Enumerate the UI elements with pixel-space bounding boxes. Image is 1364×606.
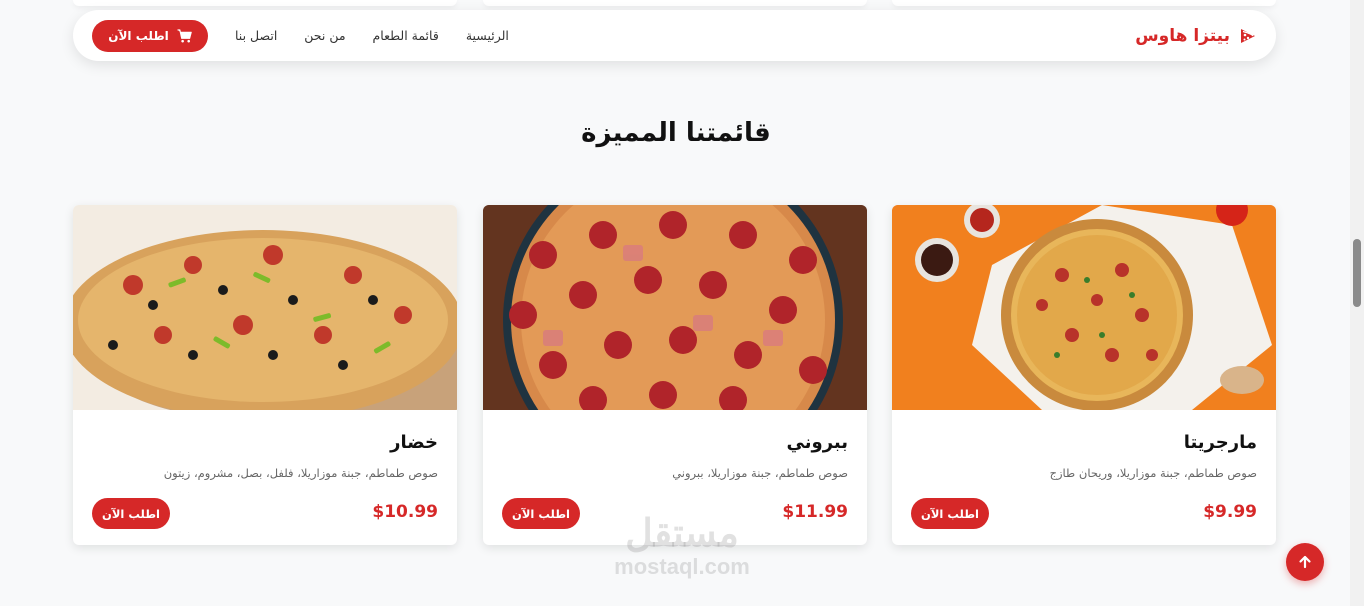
order-button[interactable]: اطلب الآن xyxy=(911,498,989,529)
menu-card-vegetable: خضار صوص طماطم، جبنة موزاريلا، فلفل، بصل… xyxy=(73,205,457,545)
pizza-vegetable-image xyxy=(73,205,457,410)
nav-link-about[interactable]: من نحن xyxy=(304,28,345,43)
pizza-price: $10.99 xyxy=(372,502,438,522)
order-button[interactable]: اطلب الآن xyxy=(502,498,580,529)
order-button[interactable]: اطلب الآن xyxy=(92,498,170,529)
menu-card-pepperoni: ببروني صوص طماطم، جبنة موزاريلا، ببروني … xyxy=(483,205,867,545)
page-scrollbar[interactable] xyxy=(1350,0,1364,606)
watermark-latin: mostaql.com xyxy=(614,554,750,579)
nav-order-label: اطلب الآن xyxy=(108,28,169,43)
pizza-price: $9.99 xyxy=(1203,502,1257,522)
pizza-pepperoni-image xyxy=(483,205,867,410)
pizza-price: $11.99 xyxy=(782,502,848,522)
brand-logo[interactable]: بيتزا هاوس xyxy=(1135,26,1258,46)
nav-link-menu[interactable]: قائمة الطعام xyxy=(373,28,439,43)
nav-order-button[interactable]: اطلب الآن xyxy=(92,19,208,52)
nav-link-home[interactable]: الرئيسية xyxy=(466,28,509,43)
brand-name: بيتزا هاوس xyxy=(1135,25,1230,46)
back-to-top-button[interactable] xyxy=(1286,543,1324,581)
pizza-description: صوص طماطم، جبنة موزاريلا، فلفل، بصل، مشر… xyxy=(163,466,438,480)
nav-link-contact[interactable]: اتصل بنا xyxy=(235,28,277,43)
pizza-slice-icon xyxy=(1241,28,1255,43)
pizza-description: صوص طماطم، جبنة موزاريلا، ببروني xyxy=(672,466,848,480)
pizza-name: ببروني xyxy=(786,432,848,453)
card-body: مارجريتا صوص طماطم، جبنة موزاريلا، وريحا… xyxy=(892,410,1276,545)
menu-card-margherita: مارجريتا صوص طماطم، جبنة موزاريلا، وريحا… xyxy=(892,205,1276,545)
nav-links: الرئيسية قائمة الطعام من نحن اتصل بنا xyxy=(235,28,509,43)
scrollbar-thumb[interactable] xyxy=(1353,239,1361,307)
navbar: بيتزا هاوس الرئيسية قائمة الطعام من نحن … xyxy=(73,10,1276,61)
pizza-name: مارجريتا xyxy=(1183,432,1257,453)
cart-icon xyxy=(177,28,192,42)
pizza-description: صوص طماطم، جبنة موزاريلا، وريحان طازج xyxy=(1049,466,1257,480)
card-body: خضار صوص طماطم، جبنة موزاريلا، فلفل، بصل… xyxy=(73,410,457,545)
watermark-arabic: مستقل xyxy=(625,513,739,555)
arrow-up-icon xyxy=(1299,555,1311,569)
section-title: قائمتنا المميزة xyxy=(581,118,771,148)
pizza-name: خضار xyxy=(390,432,438,453)
pizza-margherita-image xyxy=(892,205,1276,410)
watermark: مستقل mostaql.com xyxy=(592,514,772,580)
